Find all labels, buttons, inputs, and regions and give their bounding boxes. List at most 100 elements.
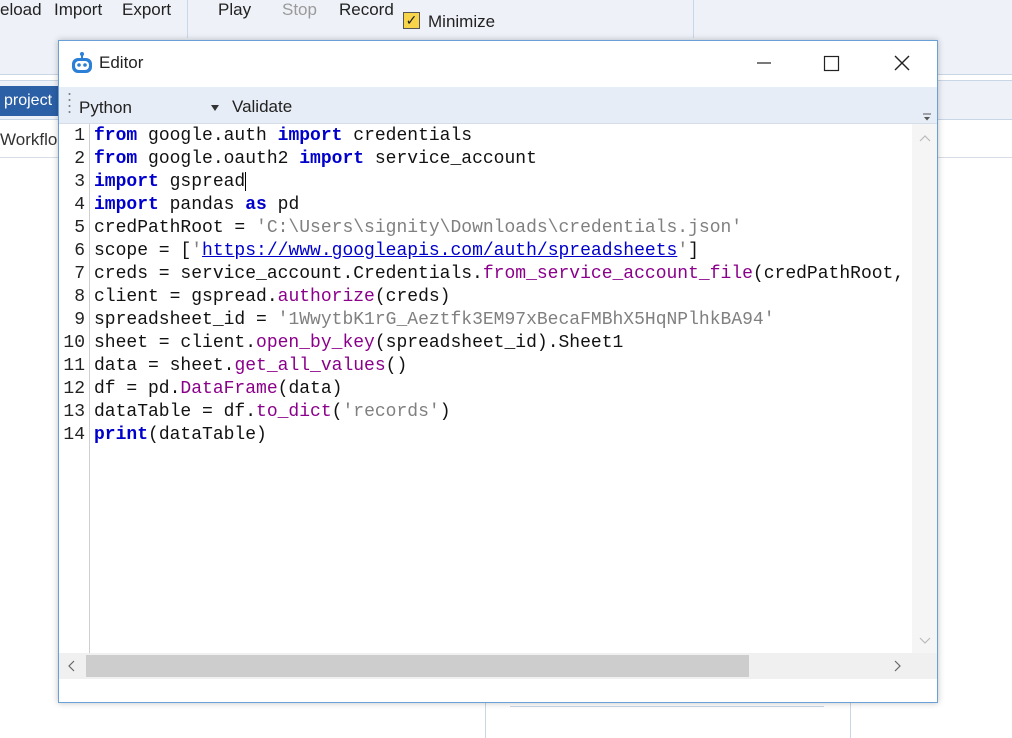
chevron-down-icon [211,105,219,111]
chevron-up-icon[interactable] [919,134,931,142]
code-line[interactable]: scope = ['https://www.googleapis.com/aut… [94,240,910,263]
code-token: df = pd. [94,379,181,399]
horizontal-scrollbar[interactable] [59,653,912,679]
code-token: data = sheet. [94,356,235,376]
code-line[interactable]: sheet = client.open_by_key(spreadsheet_i… [94,332,910,355]
play-button[interactable]: Play [218,0,251,20]
code-token: import [94,195,159,215]
code-line[interactable]: import gspread [94,171,910,194]
toolbar-separator [693,0,694,38]
code-token: scope = [ [94,241,192,261]
language-select[interactable]: Python [77,97,227,121]
scrollbar-corner [912,653,937,679]
code-token: import [94,172,159,192]
code-token: from [94,149,138,169]
code-token: ( [331,402,343,422]
code-token: ] [688,241,699,261]
minimize-icon[interactable] [729,41,799,85]
scrollbar-thumb[interactable] [86,655,749,677]
workflow-label[interactable]: Workflo [0,130,57,150]
scrollbar-track[interactable] [912,124,937,654]
robot-app-icon [72,52,92,73]
code-token: credPathRoot = [94,218,257,238]
code-token: as [245,195,267,215]
code-token: ) [439,402,451,422]
code-token: sheet = client. [94,333,257,353]
code-token: import [299,149,365,169]
line-number: 4 [74,195,85,215]
close-icon[interactable] [867,41,937,85]
toolbar-overflow-icon[interactable] [921,111,933,123]
divider [485,700,486,738]
export-button[interactable]: Export [122,0,171,20]
code-token: (creds) [374,287,451,307]
code-line[interactable]: print(dataTable) [94,424,910,447]
code-token: client = gspread. [94,287,278,307]
line-number: 3 [74,172,85,192]
line-number: 9 [74,310,85,330]
line-number: 13 [63,402,85,422]
code-token: to_dict [256,402,332,422]
line-number: 14 [63,425,85,445]
code-line[interactable]: import pandas as pd [94,194,910,217]
code-line[interactable]: data = sheet.get_all_values() [94,355,910,378]
stop-button[interactable]: Stop [282,0,317,20]
line-number: 11 [63,356,85,376]
divider [850,700,851,738]
line-number: 12 [63,379,85,399]
code-token: print [94,425,149,445]
divider [510,706,824,707]
toolbar-grip-icon[interactable] [68,91,71,117]
code-token: pd [266,195,300,215]
title-bar[interactable]: Editor [59,41,937,87]
code-token: service_account [364,149,537,169]
reload-button[interactable]: eload [0,0,42,20]
line-number: 1 [74,126,85,146]
code-line[interactable]: credPathRoot = 'C:\Users\signity\Downloa… [94,217,910,240]
code-editor[interactable]: 1 2 3 4 5 6 7 8 9 10 11 12 13 14 from google.auth imp… [59,124,912,653]
code-token: ' [677,241,689,261]
code-token: creds = service_account.Credentials. [94,264,483,284]
code-line[interactable]: from google.oauth2 import service_accoun… [94,148,910,171]
window-title: Editor [99,53,144,72]
maximize-icon[interactable] [797,41,867,85]
code-token: (credPathRoot, [752,264,905,284]
import-button[interactable]: Import [54,0,102,20]
code-line[interactable]: creds = service_account.Credentials.from… [94,263,910,286]
code-token: 'records' [342,402,440,422]
minimize-checkbox[interactable]: ✓ [403,12,420,29]
code-line[interactable]: from google.auth import credentials [94,125,910,148]
code-token: authorize [277,287,375,307]
code-token[interactable]: https://www.googleapis.com/auth/spreadsh… [202,241,677,261]
code-token: credentials [342,126,473,146]
code-token: from_service_account_file [482,264,753,284]
code-token: gspread [158,172,246,192]
vertical-scrollbar[interactable] [912,124,937,654]
validate-button[interactable]: Validate [232,97,292,117]
code-line[interactable]: client = gspread.authorize(creds) [94,286,910,309]
code-token: ' [191,241,203,261]
code-token: get_all_values [234,356,386,376]
line-number: 8 [74,287,85,307]
code-token: import [277,126,343,146]
code-line[interactable]: dataTable = df.to_dict('records') [94,401,910,424]
line-number: 5 [74,218,85,238]
chevron-left-icon[interactable] [67,660,75,672]
line-number: 10 [63,333,85,353]
code-line[interactable]: df = pd.DataFrame(data) [94,378,910,401]
code-token: DataFrame [180,379,278,399]
code-token: google.oauth2 [137,149,300,169]
editor-window: Editor Python Validate 1 2 3 4 5 6 7 8 9 10 11 12 13… [58,40,938,703]
record-button[interactable]: Record [339,0,394,20]
line-number: 2 [74,149,85,169]
chevron-right-icon[interactable] [894,660,902,672]
code-token: google.auth [137,126,278,146]
code-token: '1WwytbK1rG_Aeztfk3EM97xBecaFMBhX5HqNPlh… [277,310,775,330]
code-token: pandas [158,195,246,215]
minimize-label: Minimize [428,12,496,31]
code-token: (dataTable) [148,425,267,445]
chevron-down-icon[interactable] [919,637,931,645]
code-token: (spreadsheet_id).Sheet1 [374,333,624,353]
code-line[interactable]: spreadsheet_id = '1WwytbK1rG_Aeztfk3EM97… [94,309,910,332]
code-token: (data) [277,379,343,399]
